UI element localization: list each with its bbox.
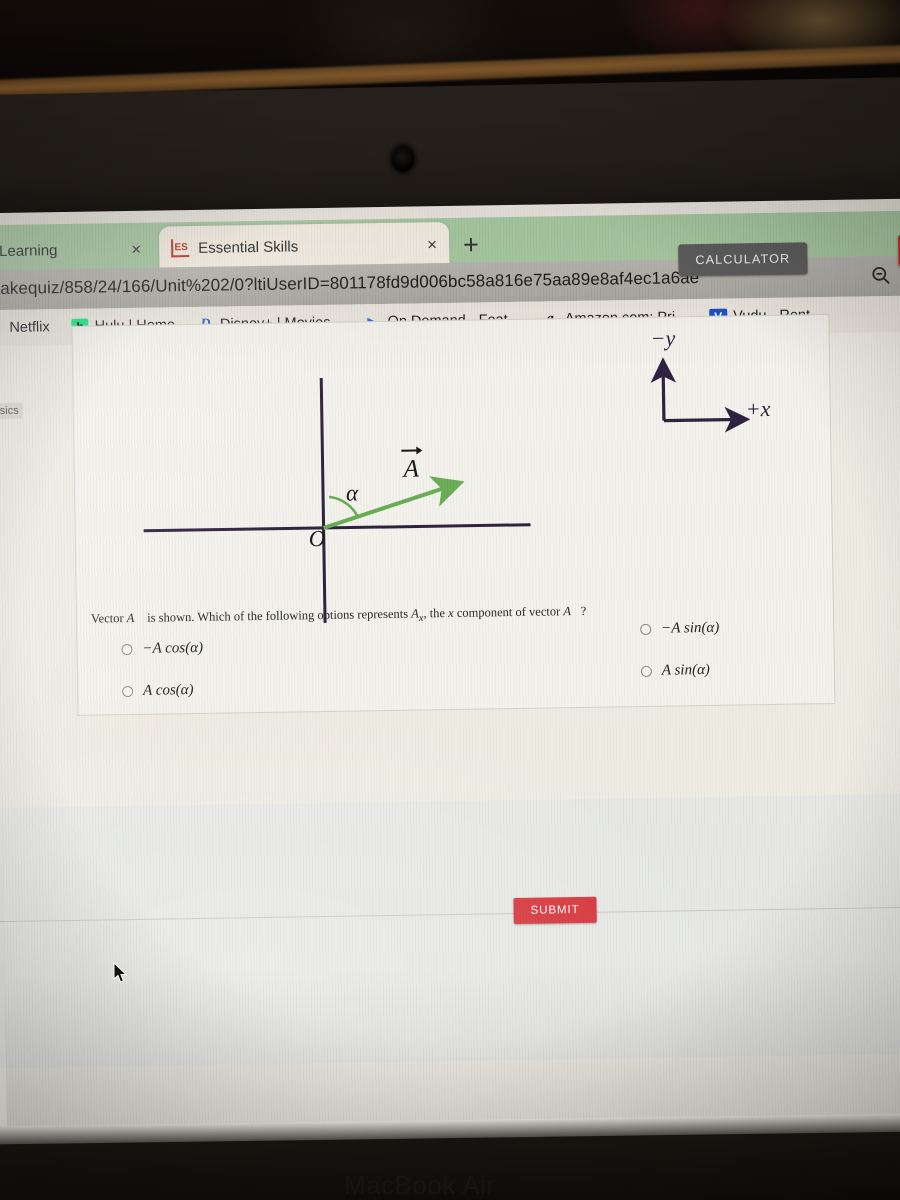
close-icon[interactable]: ×: [427, 235, 437, 254]
tab-title: ngage Learning: [0, 241, 58, 261]
radio-button[interactable]: [640, 665, 652, 677]
option-label: −A cos(α): [142, 639, 204, 657]
option-label: −A sin(α): [661, 619, 720, 637]
webcam-icon: [392, 146, 414, 172]
question-mid-1: is shown. Which of the following options…: [143, 606, 412, 625]
origin-label: O: [308, 525, 326, 552]
axis-label-positive-x: +x: [745, 395, 771, 422]
symbol-Ax: A: [411, 606, 419, 621]
page-lower-whitespace: [0, 793, 900, 1069]
essential-skills-icon: ES: [171, 239, 190, 258]
radio-button[interactable]: [121, 643, 133, 656]
question-mid-3: component of vector: [453, 604, 564, 620]
url-text: t/takequiz/858/24/166/Unit%202/0?ltiUser…: [0, 268, 700, 299]
question-mid-2: , the: [423, 606, 449, 621]
axis-label-negative-y: −y: [650, 325, 676, 351]
question-prefix: Vector: [90, 611, 127, 626]
question-suffix: ?: [580, 603, 587, 618]
radio-button[interactable]: [640, 623, 652, 636]
photo-of-laptop-screen: ngage Learning × ES Essential Skills × +…: [0, 0, 900, 1200]
option-label: A sin(α): [661, 661, 710, 679]
netflix-icon: N: [0, 319, 4, 336]
sidebar-item-physics[interactable]: sics: [0, 402, 23, 420]
option-label: A cos(α): [142, 682, 194, 699]
device-label: MacBook Air: [344, 1170, 496, 1200]
angle-label-alpha: α: [345, 480, 359, 506]
new-tab-button[interactable]: +: [463, 229, 479, 259]
browser-tab-cengage[interactable]: ngage Learning ×: [0, 226, 154, 274]
axis-legend: −y +x: [632, 323, 804, 446]
answer-options: −A cos(α) A cos(α) −A sin(α) A sin(α): [77, 620, 835, 699]
vector-label-A: A: [403, 455, 420, 483]
radio-button[interactable]: [122, 685, 134, 698]
mouse-pointer-icon: [113, 961, 129, 984]
bookmark-netflix[interactable]: N Netflix: [0, 319, 50, 337]
search-icon[interactable]: [870, 264, 892, 286]
calculator-button[interactable]: CALCULATOR: [678, 242, 808, 277]
option-a-sin[interactable]: A sin(α): [640, 661, 710, 680]
option-minus-a-sin[interactable]: −A sin(α): [640, 620, 719, 638]
submit-button[interactable]: SUBMIT: [513, 896, 597, 925]
laptop-screen: ngage Learning × ES Essential Skills × +…: [0, 198, 900, 1164]
close-icon[interactable]: ×: [131, 239, 141, 258]
option-minus-a-cos[interactable]: −A cos(α): [121, 640, 203, 658]
tab-title: Essential Skills: [198, 237, 299, 257]
bookmark-label: Netflix: [9, 319, 50, 336]
vector-figure: A α O −y +x: [72, 315, 835, 627]
question-card: A α O −y +x Vector A⃗ is shown. Which of…: [71, 313, 836, 716]
option-a-cos[interactable]: A cos(α): [122, 682, 194, 700]
